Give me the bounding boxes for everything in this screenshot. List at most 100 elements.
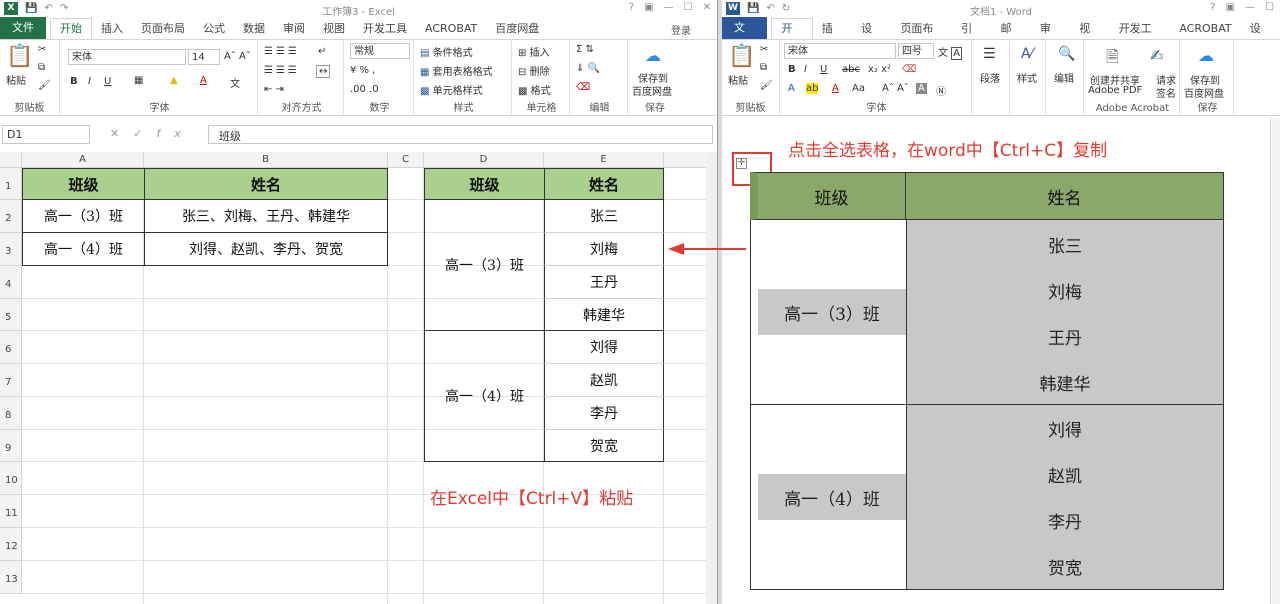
change-case-icon[interactable]: Aa — [852, 83, 865, 94]
table-format-button[interactable]: ▦ 套用表格格式 — [420, 63, 493, 78]
paste-icon[interactable]: 📋 — [728, 44, 755, 69]
tab-references[interactable]: 引用 — [952, 19, 991, 55]
document-canvas[interactable]: ✛ 点击全选表格，在word中【Ctrl+C】复制 班级 姓名 高一（3）班 张… — [722, 118, 1280, 604]
tab-home[interactable]: 开始 — [771, 18, 813, 55]
column-header[interactable]: B — [144, 152, 388, 168]
table1-header-name[interactable]: 姓名 — [144, 168, 388, 200]
tab-view[interactable]: 视图 — [314, 19, 354, 39]
sign-label[interactable]: 签名 — [1156, 85, 1176, 100]
styles-icon[interactable]: A⁄ — [1021, 46, 1033, 62]
font-color-icon[interactable]: A — [832, 83, 839, 94]
login-link[interactable]: 登录 — [671, 22, 691, 37]
format-painter-icon[interactable]: 🖌 — [760, 80, 773, 91]
table2-header-name[interactable]: 姓名 — [544, 168, 664, 200]
word-header-class[interactable]: 班级 — [750, 172, 906, 220]
decimal-icon[interactable]: .00 .0 — [350, 84, 379, 95]
row-header[interactable]: 13 — [0, 561, 22, 594]
minimize-icon[interactable]: — — [664, 2, 674, 13]
number-format-select[interactable]: 常规 — [350, 43, 410, 59]
find-icon[interactable]: 🔍 — [1058, 46, 1075, 62]
table2-name-cell[interactable]: 张三 — [544, 200, 664, 233]
grow-font-icon[interactable]: Aˆ Aˇ — [224, 51, 251, 62]
font-name-select[interactable]: 宋体 — [784, 43, 896, 59]
vertical-scrollbar[interactable] — [706, 152, 717, 604]
word-header-name[interactable]: 姓名 — [906, 172, 1224, 220]
tab-formulas[interactable]: 公式 — [194, 19, 234, 39]
tab-acrobat[interactable]: ACROBAT — [416, 19, 486, 39]
table2-name-cell[interactable]: 贺宽 — [544, 430, 664, 462]
cond-format-button[interactable]: ▤ 条件格式 — [420, 44, 473, 59]
sign-icon[interactable]: ✍ — [1150, 46, 1163, 65]
strikethrough-icon[interactable]: abc — [842, 64, 860, 75]
merge-center-icon[interactable]: ↔ — [316, 65, 331, 78]
maximize-icon[interactable]: ☐ — [1265, 2, 1274, 13]
formula-input[interactable]: 班级 — [208, 125, 713, 144]
cell-style-button[interactable]: ▩ 单元格样式 — [420, 82, 483, 97]
ribbon-display-icon[interactable]: ▣ — [1226, 2, 1235, 13]
table2-class-cell[interactable]: 高一（3）班 — [424, 200, 544, 331]
row-header[interactable]: 11 — [0, 495, 22, 528]
table2-name-cell[interactable]: 王丹 — [544, 266, 664, 299]
tab-table-design[interactable]: 设计 — [1241, 19, 1280, 55]
adobe-pdf-label[interactable]: Adobe PDF — [1088, 85, 1142, 96]
paragraph-button[interactable]: 段落 — [980, 70, 1000, 85]
tab-file[interactable]: 文件 — [722, 17, 768, 56]
row-header[interactable]: 12 — [0, 528, 22, 561]
cut-icon[interactable]: ✂ — [38, 44, 46, 55]
ribbon-display-icon[interactable]: ▣ — [644, 2, 653, 13]
paste-icon[interactable]: 📋 — [6, 44, 33, 69]
percent-icon[interactable]: ¥ % , — [350, 65, 375, 76]
table1-cell[interactable]: 张三、刘梅、王丹、韩建华 — [144, 200, 388, 233]
table2-name-cell[interactable]: 赵凯 — [544, 364, 664, 397]
align-center-icon[interactable]: ☰☰☰ — [264, 65, 300, 76]
column-header[interactable]: E — [544, 152, 664, 168]
baidu-cloud-icon[interactable]: ☁ — [1198, 46, 1214, 65]
table1-header-class[interactable]: 班级 — [22, 168, 144, 200]
tab-view[interactable]: 视图 — [1070, 19, 1109, 55]
subscript-icon[interactable]: x₂ x² — [868, 64, 891, 75]
select-all-corner[interactable] — [0, 152, 22, 168]
copy-icon[interactable]: ⧉ — [38, 62, 45, 73]
create-pdf-icon[interactable]: 🗎 — [1106, 46, 1119, 73]
table2-class-cell[interactable]: 高一（4）班 — [424, 331, 544, 462]
baidu-cloud-icon[interactable]: ☁ — [645, 46, 661, 65]
minimize-icon[interactable]: — — [1245, 2, 1255, 13]
char-shading-icon[interactable]: A — [916, 83, 927, 94]
clear-icon[interactable]: ⌫ — [576, 82, 590, 93]
enclose-char-icon[interactable]: Ⓝ — [936, 83, 946, 98]
close-icon[interactable]: ✕ — [703, 2, 711, 13]
tab-page-layout[interactable]: 页面布局 — [132, 19, 194, 39]
grow-font-icon[interactable]: Aˆ Aˇ — [882, 83, 909, 94]
tab-review[interactable]: 审阅 — [1031, 19, 1070, 55]
indent-icon[interactable]: ⇤ ⇥ — [264, 84, 284, 95]
format-button[interactable]: ▩ 格式 — [518, 82, 551, 97]
text-effects-icon[interactable]: A — [788, 83, 795, 94]
fill-color-icon[interactable]: ▲ — [170, 75, 178, 86]
table1-cell[interactable]: 刘得、赵凯、李丹、贺宽 — [144, 233, 388, 266]
baidu-disk-label[interactable]: 百度网盘 — [1184, 85, 1224, 100]
row-header[interactable]: 1 — [0, 168, 22, 200]
row-header[interactable]: 9 — [0, 430, 22, 462]
maximize-icon[interactable]: ☐ — [684, 2, 693, 13]
row-header[interactable]: 5 — [0, 299, 22, 331]
highlight-icon[interactable]: ab — [806, 83, 819, 94]
paragraph-icon[interactable]: ☰ — [983, 46, 996, 62]
cut-icon[interactable]: ✂ — [760, 44, 768, 55]
delete-button[interactable]: ⊟ 删除 — [518, 63, 550, 78]
name-box[interactable]: D1 — [2, 125, 90, 144]
font-color-icon[interactable]: A — [200, 75, 207, 86]
row-header[interactable]: 2 — [0, 200, 22, 233]
tab-home[interactable]: 开始 — [50, 18, 92, 39]
format-painter-icon[interactable]: 🖌 — [38, 80, 51, 91]
row-header[interactable]: 10 — [0, 462, 22, 495]
tab-design[interactable]: 设计 — [852, 19, 891, 55]
wrap-text-icon[interactable]: ↵ — [318, 46, 326, 57]
help-button[interactable]: ? — [1210, 2, 1215, 13]
table-move-handle-icon[interactable]: ✛ — [736, 158, 747, 169]
table2-name-cell[interactable]: 韩建华 — [544, 299, 664, 331]
tab-insert[interactable]: 插入 — [92, 19, 132, 39]
row-header[interactable]: 4 — [0, 266, 22, 299]
underline-icon[interactable]: U — [104, 76, 111, 87]
font-size-select[interactable]: 14 — [188, 49, 220, 65]
bold-icon[interactable]: B — [70, 76, 78, 87]
